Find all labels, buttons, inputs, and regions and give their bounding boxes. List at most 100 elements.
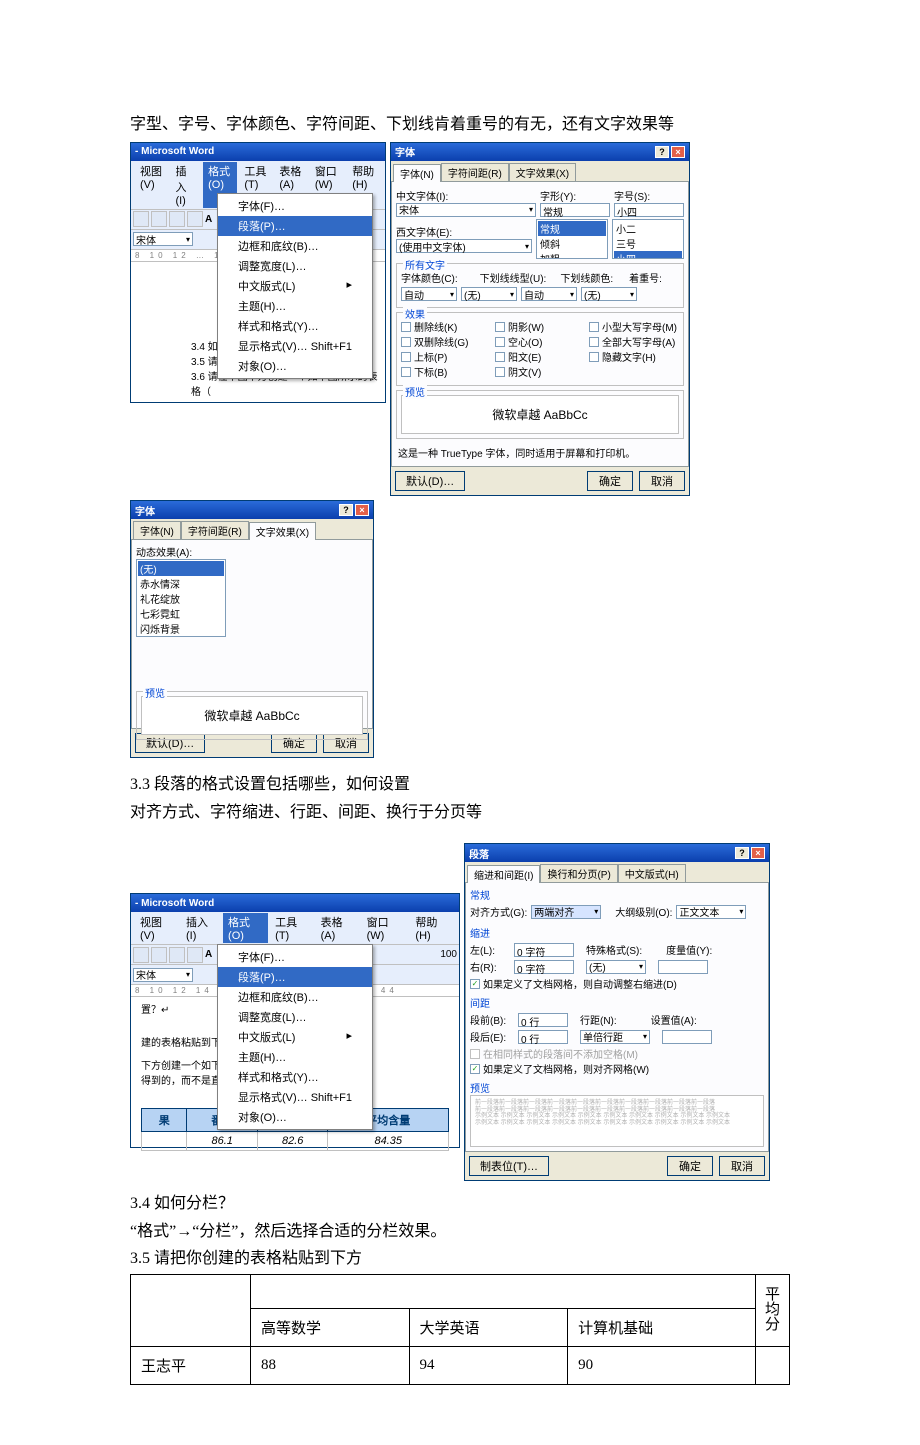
setvalue-input[interactable]	[662, 1030, 712, 1044]
format-menu-popup[interactable]: 字体(F)… 段落(P)… 边框和底纹(B)… 调整宽度(L)… 中文版式(L)…	[217, 944, 373, 1130]
menu-item-borders[interactable]: 边框和底纹(B)…	[218, 236, 372, 256]
menu-item-object[interactable]: 对象(O)…	[218, 1107, 372, 1127]
menu-item-reveal[interactable]: 显示格式(V)… Shift+F1	[218, 336, 372, 356]
tab-texteffect[interactable]: 文字效果(X)	[509, 163, 576, 181]
menubar[interactable]: 视图(V) 插入(I) 格式(O) 工具(T) 表格(A) 窗口(W) 帮助(H…	[131, 912, 459, 945]
menu-help[interactable]: 帮助(H)	[410, 913, 455, 943]
tab-break[interactable]: 换行和分页(P)	[540, 864, 617, 882]
help-icon[interactable]: ?	[735, 847, 749, 859]
ok-button[interactable]: 确定	[667, 1156, 713, 1176]
menu-item-width[interactable]: 调整宽度(L)…	[218, 256, 372, 276]
special-indent-select[interactable]: (无)	[586, 960, 646, 974]
cancel-button[interactable]: 取消	[719, 1156, 765, 1176]
style-input[interactable]: 常规	[540, 203, 610, 217]
menu-item-font[interactable]: 字体(F)…	[218, 196, 372, 216]
menu-insert[interactable]: 插入(I)	[181, 913, 221, 943]
label: 度量值(Y):	[666, 942, 712, 957]
menu-insert[interactable]: 插入(I)	[170, 162, 201, 208]
checkbox[interactable]: 阴文(V)	[495, 364, 585, 379]
menu-format[interactable]: 格式(O)	[223, 913, 268, 943]
checkbox[interactable]: 阴影(W)	[495, 319, 585, 334]
menu-item-reveal[interactable]: 显示格式(V)… Shift+F1	[218, 1087, 372, 1107]
font-selector[interactable]: 宋体	[133, 232, 193, 246]
menu-item-theme[interactable]: 主题(H)…	[218, 296, 372, 316]
tabs-button[interactable]: 制表位(T)…	[469, 1156, 549, 1176]
color-select[interactable]: 自动	[401, 287, 457, 301]
titlebar[interactable]: 字体 ? ×	[131, 501, 373, 519]
font-selector[interactable]: 宋体	[133, 968, 193, 982]
titlebar[interactable]: 字体 ? ×	[391, 143, 689, 161]
menu-item-width[interactable]: 调整宽度(L)…	[218, 1007, 372, 1027]
tab-cjk[interactable]: 中文版式(H)	[618, 864, 686, 882]
menu-item-paragraph[interactable]: 段落(P)…	[218, 216, 372, 236]
checkbox[interactable]: 上标(P)	[401, 349, 491, 364]
tab-indent[interactable]: 缩进和间距(I)	[467, 865, 540, 883]
menu-item-cjk[interactable]: 中文版式(L)	[218, 276, 372, 296]
help-icon[interactable]: ?	[339, 504, 353, 516]
tab-spacing[interactable]: 字符间距(R)	[441, 163, 509, 181]
right-indent-input[interactable]: 0 字符	[514, 960, 574, 974]
menu-tools[interactable]: 工具(T)	[270, 913, 313, 943]
emph-select[interactable]: (无)	[581, 287, 637, 301]
menu-item-font[interactable]: 字体(F)…	[218, 947, 372, 967]
table-header: 计算机基础	[568, 1309, 756, 1347]
menu-item-theme[interactable]: 主题(H)…	[218, 1047, 372, 1067]
west-font-select[interactable]: (使用中文字体)	[396, 239, 532, 253]
measure-input[interactable]	[658, 960, 708, 974]
checkbox[interactable]: 隐藏文字(H)	[589, 349, 679, 364]
checkbox[interactable]: 空心(O)	[495, 334, 585, 349]
default-button[interactable]: 默认(D)…	[395, 471, 465, 491]
checkbox-align-grid[interactable]: ✓如果定义了文档网格，则对齐网格(W)	[470, 1061, 764, 1076]
titlebar[interactable]: 段落 ? ×	[465, 844, 769, 862]
menu-item-object[interactable]: 对象(O)…	[218, 356, 372, 376]
checkbox[interactable]: 下标(B)	[401, 364, 491, 379]
checkbox[interactable]: 双删除线(G)	[401, 334, 491, 349]
checkbox[interactable]: 阳文(E)	[495, 349, 585, 364]
before-input[interactable]: 0 行	[518, 1013, 568, 1027]
outline-select[interactable]: 正文文本	[676, 905, 746, 919]
align-select[interactable]: 两端对齐	[531, 905, 601, 919]
zoom-value[interactable]: 100	[440, 949, 457, 960]
menu-window[interactable]: 窗口(W)	[362, 913, 409, 943]
tab-spacing[interactable]: 字符间距(R)	[181, 521, 249, 539]
tab-font[interactable]: 字体(N)	[133, 521, 181, 539]
size-listbox[interactable]: 小二 三号 小四 四号	[612, 219, 684, 259]
table-row: 平均分	[131, 1275, 790, 1309]
menu-item-styles[interactable]: 样式和格式(Y)…	[218, 1067, 372, 1087]
close-icon[interactable]: ×	[751, 847, 765, 859]
close-icon[interactable]: ×	[671, 146, 685, 158]
checkbox[interactable]: 删除线(K)	[401, 319, 491, 334]
linespace-select[interactable]: 单倍行距	[580, 1030, 650, 1044]
menu-item-borders[interactable]: 边框和底纹(B)…	[218, 987, 372, 1007]
tab-font[interactable]: 字体(N)	[393, 164, 441, 182]
menu-item-cjk[interactable]: 中文版式(L)	[218, 1027, 372, 1047]
checkbox[interactable]: 全部大写字母(A)	[589, 334, 679, 349]
menu-item-paragraph[interactable]: 段落(P)…	[218, 967, 372, 987]
ucolor-select[interactable]: 自动	[521, 287, 577, 301]
word-window-2: - Microsoft Word 视图(V) 插入(I) 格式(O) 工具(T)…	[130, 893, 460, 1148]
anim-listbox[interactable]: (无) 赤水情深 礼花绽放 七彩霓虹 闪烁背景 乌龙绞柱 亦真亦幻	[136, 559, 226, 637]
underline-select[interactable]: (无)	[461, 287, 517, 301]
label: 下划线颜色:	[560, 270, 613, 285]
tab-texteffect[interactable]: 文字效果(X)	[249, 522, 316, 540]
cn-font-select[interactable]: 宋体	[396, 203, 536, 217]
titlebar: - Microsoft Word	[131, 143, 385, 161]
table-header: 大学英语	[409, 1309, 568, 1347]
left-indent-input[interactable]: 0 字符	[514, 943, 574, 957]
help-icon[interactable]: ?	[655, 146, 669, 158]
menu-item-styles[interactable]: 样式和格式(Y)…	[218, 316, 372, 336]
close-icon[interactable]: ×	[355, 504, 369, 516]
format-menu-popup[interactable]: 字体(F)… 段落(P)… 边框和底纹(B)… 调整宽度(L)… 中文版式(L)…	[217, 193, 373, 379]
menu-table[interactable]: 表格(A)	[316, 913, 360, 943]
label: 中文字体(I):	[396, 188, 536, 203]
menu-view[interactable]: 视图(V)	[135, 162, 168, 208]
checkbox[interactable]: 小型大写字母(M)	[589, 319, 679, 334]
checkbox-auto-right-indent[interactable]: ✓如果定义了文档网格，则自动调整右缩进(D)	[470, 976, 764, 991]
menu-view[interactable]: 视图(V)	[135, 913, 179, 943]
ok-button[interactable]: 确定	[587, 471, 633, 491]
after-input[interactable]: 0 行	[518, 1030, 568, 1044]
style-listbox[interactable]: 常规 倾斜 加粗 加粗 倾斜	[536, 219, 608, 259]
cancel-button[interactable]: 取消	[639, 471, 685, 491]
checkbox-no-space-same-style: 在相同样式的段落间不添加空格(M)	[470, 1046, 764, 1061]
size-input[interactable]: 小四	[614, 203, 684, 217]
